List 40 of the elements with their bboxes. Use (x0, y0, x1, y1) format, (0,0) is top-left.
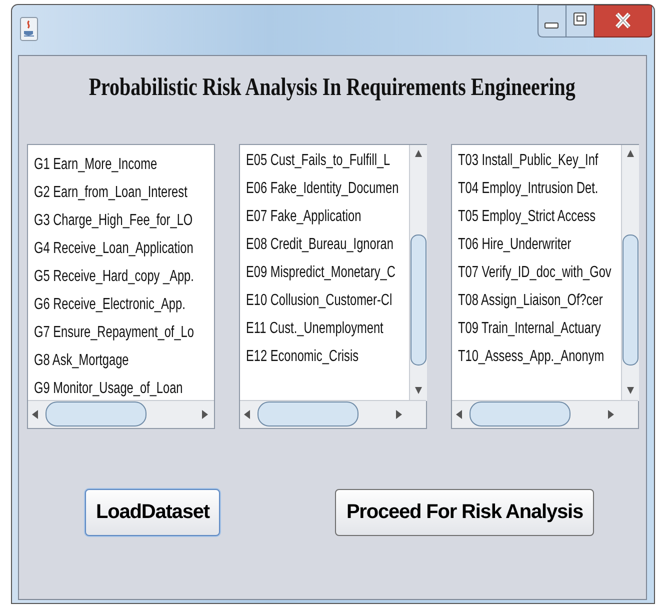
list-item[interactable]: G9 Monitor_Usage_of_Loan (34, 375, 183, 400)
list-item[interactable]: T07 Verify_ID_doc_with_Gov (458, 259, 612, 287)
close-button[interactable] (594, 5, 652, 38)
list-item[interactable]: E08 Credit_Bureau_Ignoran (246, 231, 394, 259)
list-item[interactable]: G4 Receive_Loan_Application (34, 235, 194, 263)
horizontal-scrollbar[interactable] (28, 400, 214, 428)
list-item[interactable]: T08 Assign_Liaison_Of?cer (458, 287, 603, 315)
list-item[interactable]: T04 Employ_Intrusion Det. (458, 175, 598, 203)
list-item[interactable]: T03 Install_Public_Key_Inf (458, 147, 598, 175)
list-item[interactable]: E09 Mispredict_Monetary_C (246, 259, 396, 287)
list-item[interactable]: E10 Collusion_Customer-Cl (246, 287, 392, 315)
list-item[interactable]: G3 Charge_High_Fee_for_LO (34, 207, 193, 235)
app-heading: Probabilistic Risk Analysis In Requirements Engineering (89, 74, 576, 102)
vertical-scrollbar[interactable] (621, 145, 639, 401)
cup-icon (20, 17, 38, 41)
list-box[interactable] (451, 144, 639, 429)
list-item[interactable]: G1 Earn_More_Income (34, 151, 158, 179)
list-item[interactable]: G5 Receive_Hard_copy _App. (34, 263, 194, 291)
list-item[interactable]: G8 Ask_Mortgage (34, 347, 129, 375)
horizontal-scrollbar[interactable] (452, 400, 638, 428)
action-button[interactable]: Proceed For Risk Analysis (335, 489, 594, 536)
list-box[interactable]: E05 Cust_Fails_to_Fulfill_L E06 Fake_Identity_Documen E07 Fake_Application E08 Credit_Bureau_Ignoran E09 Mispredict_Monetary_C E10 Collusion_Customer-Cl E11 Cust._Unemployment E12 Economic_Crisis (239, 144, 427, 429)
list-item[interactable]: E07 Fake_Application (246, 203, 362, 231)
maximize-button[interactable] (566, 5, 594, 38)
list-item[interactable]: G7 Ensure_Repayment_of_Lo (34, 319, 194, 347)
minimize-button[interactable] (537, 5, 566, 38)
list-item[interactable]: E11 Cust._Unemployment (246, 315, 384, 343)
list-item[interactable]: G6 Receive_Electronic_App. (34, 291, 186, 319)
list-item[interactable]: T06 Hire_Underwriter (458, 231, 572, 259)
action-button[interactable]: LoadDataset (85, 489, 220, 536)
vertical-scrollbar[interactable] (409, 145, 427, 401)
list-item[interactable]: E06 Fake_Identity_Documen (246, 175, 399, 203)
list-item[interactable]: G2 Earn_from_Loan_Interest (34, 179, 188, 207)
list-item[interactable]: E05 Cust_Fails_to_Fulfill_L (246, 147, 390, 175)
list-item[interactable]: T10_Assess_App._Anonym (458, 343, 604, 371)
list-item[interactable]: T09 Train_Internal_Actuary (458, 315, 601, 343)
list-item[interactable]: E12 Economic_Crisis (246, 343, 359, 371)
list-box[interactable] (27, 144, 215, 429)
list-item[interactable]: T05 Employ_Strict Access (458, 203, 596, 231)
horizontal-scrollbar[interactable] (240, 400, 426, 428)
